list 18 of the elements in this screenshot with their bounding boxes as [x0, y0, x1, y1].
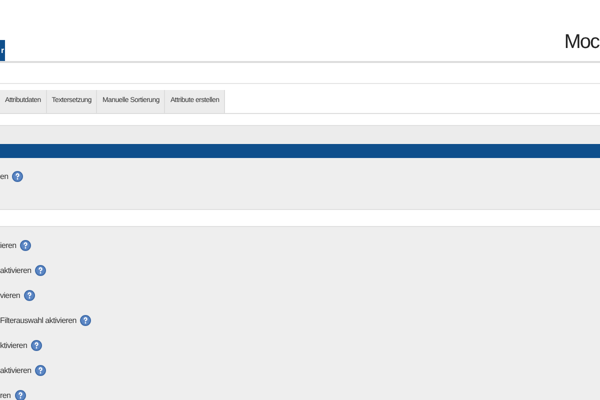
setting-label: aktivieren — [0, 264, 32, 276]
tab[interactable]: r — [0, 40, 6, 61]
help-icon[interactable] — [31, 340, 42, 351]
setting-label: ieren — [0, 240, 16, 252]
setting-label: vieren — [0, 290, 20, 302]
help-icon[interactable] — [20, 240, 32, 251]
help-icon[interactable] — [35, 365, 46, 376]
help-icon[interactable] — [80, 315, 92, 326]
help-icon[interactable] — [24, 290, 35, 301]
help-icon[interactable] — [14, 390, 26, 400]
setting-label: aktivieren — [0, 364, 32, 376]
help-icon[interactable] — [35, 265, 46, 276]
setting-label: ren — [0, 390, 11, 400]
setting-label: Filterauswahl aktivieren — [0, 314, 76, 326]
help-icon[interactable] — [12, 171, 24, 182]
setting-label: ktivieren — [0, 340, 28, 352]
setting-label: en — [0, 170, 8, 182]
page-title: Moc — [564, 32, 599, 52]
